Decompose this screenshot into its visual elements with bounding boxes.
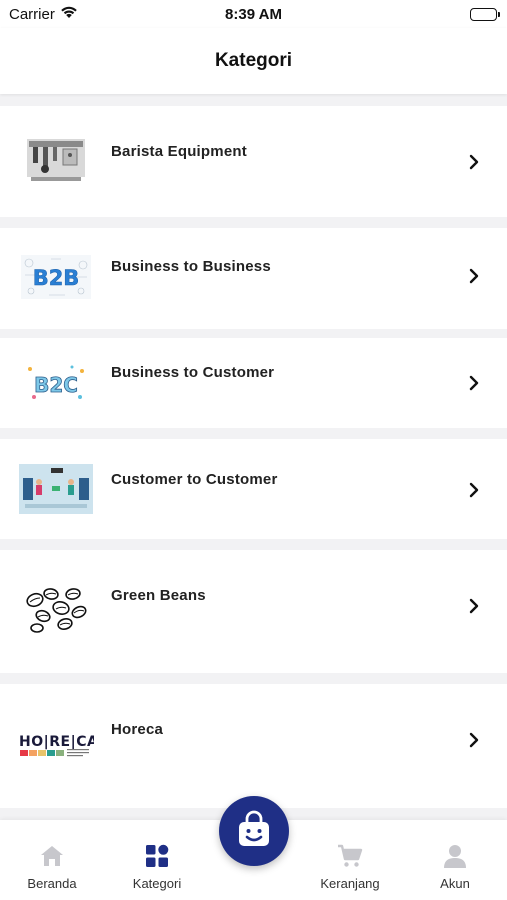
chevron-right-icon xyxy=(467,154,481,170)
wifi-icon xyxy=(60,5,78,23)
shop-center-button[interactable] xyxy=(219,796,289,866)
category-label: Business to Customer xyxy=(111,364,275,381)
b2b-image: B2B xyxy=(18,250,94,304)
person-icon xyxy=(441,842,469,870)
chevron-right-icon xyxy=(467,375,481,391)
chevron-right-icon xyxy=(467,598,481,614)
tab-label: Akun xyxy=(440,876,470,891)
category-row-horeca[interactable]: HO|RE|CA Horeca xyxy=(0,684,507,808)
barista-equipment-image xyxy=(18,132,94,186)
category-label: Customer to Customer xyxy=(111,471,278,488)
b2b-logo-text: B2B xyxy=(33,266,80,290)
carrier-label: Carrier xyxy=(9,5,55,23)
category-label: Business to Business xyxy=(111,258,271,275)
tab-label: Keranjang xyxy=(320,876,380,891)
c2c-image xyxy=(18,462,94,516)
category-row-green-beans[interactable]: Green Beans xyxy=(0,550,507,673)
tab-keranjang[interactable]: Keranjang xyxy=(305,820,395,900)
tab-label: Kategori xyxy=(132,876,182,891)
green-beans-image xyxy=(18,583,94,637)
tab-kategori[interactable]: Kategori xyxy=(112,820,202,900)
shopping-bag-icon xyxy=(236,810,272,853)
category-label: Horeca xyxy=(111,721,164,738)
grid-icon xyxy=(143,842,171,870)
cart-icon xyxy=(336,842,364,870)
horeca-logo-text: HO|RE|CA xyxy=(19,734,94,750)
b2c-logo-text: B2C xyxy=(34,373,78,397)
tab-akun[interactable]: Akun xyxy=(410,820,500,900)
chevron-right-icon xyxy=(467,732,481,748)
horeca-image: HO|RE|CA xyxy=(18,719,94,773)
tab-label: Beranda xyxy=(27,876,77,891)
home-icon xyxy=(38,842,66,870)
chevron-right-icon xyxy=(467,268,481,284)
page-title: Kategori xyxy=(214,50,293,71)
tab-beranda[interactable]: Beranda xyxy=(7,820,97,900)
battery-icon xyxy=(470,7,500,21)
category-row-business-to-business[interactable]: B2B Business to Business xyxy=(0,228,507,329)
category-row-barista-equipment[interactable]: Barista Equipment xyxy=(0,106,507,217)
category-row-customer-to-customer[interactable]: Customer to Customer xyxy=(0,439,507,539)
chevron-right-icon xyxy=(467,482,481,498)
category-row-business-to-customer[interactable]: B2C Business to Customer xyxy=(0,338,507,428)
navigation-bar: Kategori xyxy=(0,28,507,94)
b2c-image: B2C xyxy=(18,356,94,410)
category-label: Green Beans xyxy=(111,587,206,604)
status-bar: Carrier 8:39 AM xyxy=(0,0,507,28)
category-label: Barista Equipment xyxy=(111,143,247,160)
